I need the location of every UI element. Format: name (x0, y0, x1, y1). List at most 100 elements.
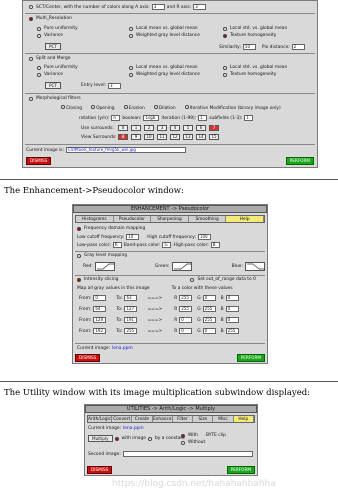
r-axis-field[interactable]: 3 (193, 4, 207, 10)
surround-button[interactable]: 0 (118, 125, 128, 131)
from-field[interactable]: 128 (93, 317, 107, 323)
channel-field[interactable]: 255 (179, 295, 193, 301)
pct-button[interactable]: PCT (45, 82, 62, 89)
rotation-field[interactable]: n (111, 115, 121, 121)
entry-level-field[interactable]: 3 (108, 82, 122, 89)
channel-field[interactable]: 255 (179, 306, 193, 312)
menu-item[interactable]: Arith/Logic (88, 416, 112, 422)
opt-radio[interactable] (129, 33, 133, 38)
menu-item[interactable]: Misc (213, 416, 234, 422)
surround-button[interactable]: 6 (196, 125, 206, 131)
by-constant-radio[interactable] (147, 436, 152, 441)
dismiss-button[interactable]: DISMISS (75, 354, 101, 362)
channel-field[interactable]: 255 (225, 328, 239, 334)
surround-button[interactable]: 5 (183, 125, 193, 131)
from-field[interactable]: 192 (93, 328, 107, 334)
from-field[interactable]: 64 (93, 306, 107, 312)
surround-button[interactable]: 9 (131, 134, 141, 140)
freq-radio[interactable] (77, 226, 81, 231)
multiply-menu[interactable]: Multiply (88, 435, 113, 442)
band-color-field[interactable]: G (162, 242, 172, 248)
set-out-radio[interactable] (190, 277, 195, 282)
menu-item[interactable]: Pseudocolor (114, 216, 152, 222)
surround-button[interactable]: 14 (196, 134, 206, 140)
blue-curve[interactable] (244, 262, 265, 271)
menu-item[interactable]: Smoothing (189, 216, 227, 222)
high-cutoff-field[interactable]: 100 (197, 234, 211, 240)
menu-item[interactable]: Help (226, 216, 264, 222)
low-cutoff-field[interactable]: 10 (126, 234, 140, 240)
similarity-field[interactable]: 50 (242, 44, 256, 50)
surround-button[interactable]: 15 (209, 134, 219, 140)
menu-item[interactable]: Convert (112, 416, 133, 422)
perform-button[interactable]: PERFORM (285, 157, 314, 165)
morph-radio[interactable] (29, 96, 33, 101)
with-image-radio[interactable] (114, 436, 119, 441)
opt-radio[interactable] (129, 72, 133, 77)
to-field[interactable]: 255 (124, 328, 138, 334)
iterative-radio[interactable] (184, 105, 189, 109)
channel-field[interactable]: 255 (202, 306, 216, 312)
split-merge-radio[interactable] (29, 56, 33, 61)
surround-button[interactable]: 10 (144, 134, 154, 140)
opt-radio[interactable] (223, 65, 227, 70)
red-curve[interactable] (94, 262, 115, 271)
boolean-field[interactable]: 1sgb (143, 115, 160, 121)
surround-button[interactable]: 3 (157, 125, 167, 131)
intensity-radio[interactable] (77, 277, 81, 282)
channel-field[interactable]: 0 (225, 306, 239, 312)
opt-radio[interactable] (37, 65, 41, 70)
menu-item[interactable]: Sharpening (151, 216, 189, 222)
opt-radio[interactable] (223, 33, 227, 38)
channel-field[interactable]: 0 (202, 295, 216, 301)
dilation-radio[interactable] (153, 105, 158, 109)
perform-button[interactable]: PERFORM (226, 466, 255, 474)
opening-radio[interactable] (91, 105, 96, 109)
iteration-field[interactable]: 1 (198, 115, 208, 121)
opt-radio[interactable] (37, 72, 41, 77)
surround-button[interactable]: 8 (118, 134, 128, 140)
with-clip-radio[interactable] (181, 433, 185, 438)
channel-field[interactable]: 0 (179, 328, 193, 334)
opt-radio[interactable] (223, 72, 227, 77)
from-field[interactable]: 0 (93, 295, 107, 301)
second-image-field[interactable] (122, 451, 253, 457)
opt-radio[interactable] (37, 26, 41, 31)
menu-item[interactable]: Filter (173, 416, 194, 422)
without-clip-radio[interactable] (181, 440, 185, 445)
a-axis-field[interactable]: 3 (151, 4, 165, 10)
to-field[interactable]: 127 (124, 306, 138, 312)
gray-map-radio[interactable] (77, 253, 81, 258)
pct-button[interactable]: PCT (45, 43, 62, 50)
surround-button[interactable]: 13 (183, 134, 193, 140)
current-image-field[interactable]: CVIPtools_texture_fmrg5k_win.jpg (65, 147, 186, 153)
surround-button[interactable]: 7 (209, 125, 219, 131)
surround-button[interactable]: 12 (170, 134, 180, 140)
high-color-field[interactable]: B (210, 242, 220, 248)
pix-distance-field[interactable]: 2 (291, 44, 305, 50)
dismiss-button[interactable]: DISMISS (26, 157, 52, 165)
sct-radio[interactable] (29, 5, 33, 9)
green-curve[interactable] (171, 262, 192, 271)
opt-radio[interactable] (37, 33, 41, 38)
multires-radio[interactable] (29, 16, 33, 21)
opt-radio[interactable] (129, 65, 133, 70)
channel-field[interactable]: 0 (202, 328, 216, 334)
channel-field[interactable]: 0 (225, 295, 239, 301)
surround-button[interactable]: 2 (144, 125, 154, 131)
dismiss-button[interactable]: DISMISS (87, 466, 113, 474)
menu-item[interactable]: Create (132, 416, 153, 422)
perform-button[interactable]: PERFORM (236, 354, 265, 362)
menu-item[interactable]: Help (233, 416, 254, 422)
to-field[interactable]: 191 (124, 317, 138, 323)
to-field[interactable]: 63 (124, 295, 138, 301)
menu-item[interactable]: Histograms (76, 216, 114, 222)
surround-button[interactable]: 1 (131, 125, 141, 131)
channel-field[interactable]: 0 (225, 317, 239, 323)
menu-item[interactable]: Size (193, 416, 214, 422)
opt-radio[interactable] (223, 26, 227, 31)
surround-button[interactable]: 11 (157, 134, 167, 140)
erosion-radio[interactable] (123, 105, 128, 109)
channel-field[interactable]: 0 (179, 317, 193, 323)
opt-radio[interactable] (129, 26, 133, 31)
